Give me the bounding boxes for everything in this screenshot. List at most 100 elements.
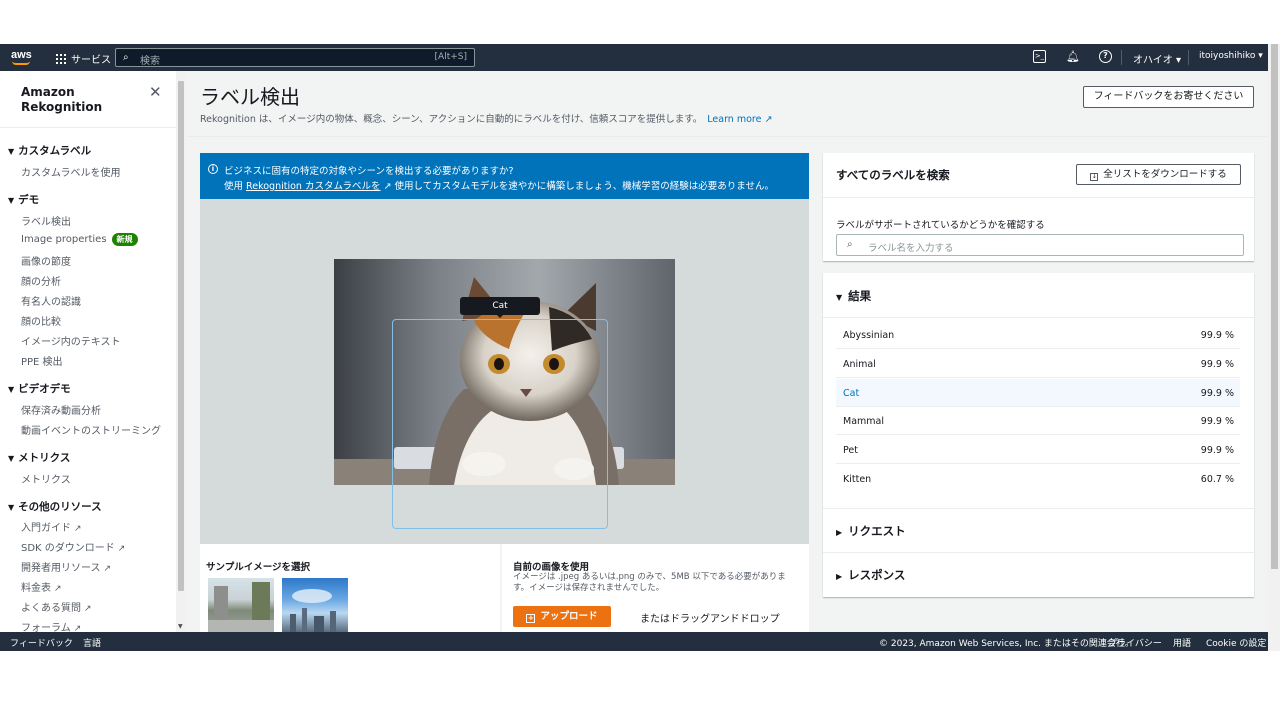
sample-thumbnail-street[interactable] <box>208 578 274 632</box>
caret-down-icon: ▼ <box>836 293 843 302</box>
region-selector[interactable]: オハイオ ▾ <box>1133 51 1181 66</box>
label-score: 99.9 % <box>1200 445 1234 456</box>
footer-feedback-link[interactable]: フィードバック <box>10 636 73 649</box>
sidebar-item-dev-resources[interactable]: 開発者用リソース ↗ <box>21 559 111 574</box>
external-link-icon: ↗ <box>73 624 82 632</box>
caret-right-icon: ▶ <box>836 528 843 537</box>
label-name: Cat <box>843 388 860 399</box>
cloudshell-icon[interactable]: >_ <box>1033 50 1046 63</box>
caret-down-icon: ▼ <box>8 454 15 463</box>
sidebar-item-faq[interactable]: よくある質問 ↗ <box>21 599 92 614</box>
sidenav-scrollbar[interactable]: ▼ <box>176 71 186 632</box>
close-icon[interactable]: ✕ <box>149 83 162 101</box>
card-divider <box>823 508 1254 509</box>
console-app: aws サービス ⌕ 検索 [Alt+S] >_ 🔔︎ ? オハイオ ▾ ito… <box>0 44 1268 651</box>
search-icon: ⌕ <box>123 52 129 63</box>
info-banner: i ビジネスに固有の特定の対象やシーンを検出する必要がありますか? 使用 Rek… <box>200 153 809 199</box>
page-title: ラベル検出 <box>200 85 300 109</box>
sidebar-item-custom-labels[interactable]: カスタムラベルを使用 <box>21 164 121 179</box>
download-list-button[interactable]: ↓ 全リストをダウンロードする <box>1076 164 1241 185</box>
label-search-title: すべてのラベルを検索 <box>836 168 950 182</box>
download-icon: ↓ <box>1090 173 1099 181</box>
section-metrics[interactable]: ▼ メトリクス <box>8 450 70 465</box>
scroll-down-icon[interactable]: ▼ <box>178 623 183 630</box>
new-badge: 新規 <box>111 233 138 246</box>
table-row[interactable]: Kitten 60.7 % <box>836 465 1240 493</box>
footer: フィードバック 言語 © 2023, Amazon Web Services, … <box>0 632 1268 651</box>
caret-down-icon: ▼ <box>8 147 15 156</box>
label-name: Kitten <box>843 474 872 485</box>
services-menu[interactable]: サービス <box>56 51 111 66</box>
sidebar-item-streaming[interactable]: 動画イベントのストリーミング <box>21 422 161 437</box>
table-row[interactable]: Pet 99.9 % <box>836 436 1240 464</box>
sidebar-item-stored-video[interactable]: 保存済み動画分析 <box>21 402 101 417</box>
search-shortcut: [Alt+S] <box>434 52 467 62</box>
bell-icon[interactable]: 🔔︎ <box>1066 50 1080 63</box>
banner-line-1: ビジネスに固有の特定の対象やシーンを検出する必要がありますか? <box>224 166 514 177</box>
detection-bounding-box[interactable] <box>392 319 608 529</box>
footer-cookie-link[interactable]: Cookie の設定 <box>1206 636 1266 649</box>
nav-divider <box>1121 50 1122 65</box>
label-search-field-label: ラベルがサポートされているかどうかを確認する <box>836 220 1045 231</box>
info-icon: i <box>208 164 218 174</box>
sidebar-item-pricing[interactable]: 料金表 ↗ <box>21 579 62 594</box>
custom-labels-link[interactable]: Rekognition カスタムラベルを <box>246 181 380 192</box>
section-video-demo[interactable]: ▼ ビデオデモ <box>8 381 71 396</box>
sidebar-item-ppe[interactable]: PPE 検出 <box>21 353 63 368</box>
search-icon: ⌕ <box>847 239 853 250</box>
response-header[interactable]: ▶ レスポンス <box>836 567 905 583</box>
caret-right-icon: ▶ <box>836 572 843 581</box>
own-image-title: 自前の画像を使用 <box>513 562 590 573</box>
results-header[interactable]: ▼ 結果 <box>836 288 871 304</box>
image-preview-area: Cat <box>200 199 809 544</box>
label-search-input[interactable]: ⌕ ラベル名を入力する <box>836 234 1244 256</box>
section-resources[interactable]: ▼ その他のリソース <box>8 499 102 514</box>
label-name: Pet <box>843 445 858 456</box>
sidebar-item-getting-started[interactable]: 入門ガイド ↗ <box>21 519 82 534</box>
section-demo[interactable]: ▼ デモ <box>8 192 39 207</box>
sample-thumbnail-city[interactable] <box>282 578 348 632</box>
label-score: 99.9 % <box>1200 416 1234 427</box>
service-title[interactable]: Amazon Rekognition <box>21 85 131 115</box>
sidebar-item-image-properties[interactable]: Image properties 新規 <box>21 233 138 246</box>
sidebar-item-sdk[interactable]: SDK のダウンロード ↗ <box>21 539 125 554</box>
page-scrollbar[interactable] <box>1268 44 1280 651</box>
label-name: Abyssinian <box>843 330 895 341</box>
sidebar-item-metrics[interactable]: メトリクス <box>21 471 71 486</box>
sidebar-item-celebrity[interactable]: 有名人の認識 <box>21 293 81 308</box>
help-icon[interactable]: ? <box>1099 50 1112 63</box>
account-menu[interactable]: itoiyoshihiko ▾ <box>1199 51 1263 61</box>
footer-terms-link[interactable]: 用語 <box>1173 636 1191 649</box>
grid-icon <box>56 53 66 64</box>
footer-privacy-link[interactable]: プライバシー <box>1108 636 1162 649</box>
learn-more-link[interactable]: Learn more ↗ <box>707 114 772 125</box>
sidebar-item-face-analysis[interactable]: 顔の分析 <box>21 273 61 288</box>
sidebar-item-face-compare[interactable]: 顔の比較 <box>21 313 61 328</box>
search-input[interactable]: ⌕ 検索 [Alt+S] <box>115 48 475 67</box>
section-custom-labels[interactable]: ▼ カスタムラベル <box>8 143 91 158</box>
sidebar-item-text-in-image[interactable]: イメージ内のテキスト <box>21 333 121 348</box>
external-link-icon: ↗ <box>74 524 82 534</box>
table-row[interactable]: Mammal 99.9 % <box>836 407 1240 435</box>
sample-images-panel: サンプルイメージを選択 <box>200 544 500 632</box>
results-card: ▼ 結果 Abyssinian 99.9 % Animal 99.9 % Cat 99.… <box>823 273 1254 597</box>
drag-drop-text: またはドラッグアンドドロップ <box>640 614 780 625</box>
feedback-button[interactable]: フィードバックをお寄せください <box>1083 86 1254 108</box>
own-image-description: イメージは .jpeg あるいは.png のみで、5MB 以下である必要がありま… <box>513 572 786 593</box>
upload-button[interactable]: + アップロード <box>513 606 611 627</box>
card-divider <box>823 197 1254 198</box>
footer-copyright: © 2023, Amazon Web Services, Inc. またはその関… <box>879 639 1134 649</box>
request-header[interactable]: ▶ リクエスト <box>836 523 906 539</box>
label-score: 60.7 % <box>1200 474 1234 485</box>
table-row[interactable]: Abyssinian 99.9 % <box>836 321 1240 349</box>
sidebar-item-moderation[interactable]: 画像の節度 <box>21 253 71 268</box>
top-navigation: aws サービス ⌕ 検索 [Alt+S] >_ 🔔︎ ? オハイオ ▾ ito… <box>0 44 1268 71</box>
footer-language-link[interactable]: 言語 <box>83 636 101 649</box>
table-row-selected[interactable]: Cat 99.9 % <box>836 379 1240 407</box>
table-row[interactable]: Animal 99.9 % <box>836 350 1240 378</box>
sidebar-item-label-detection[interactable]: ラベル検出 <box>21 213 71 228</box>
aws-logo[interactable]: aws <box>11 49 32 65</box>
label-score: 99.9 % <box>1200 359 1234 370</box>
sidebar-item-forum[interactable]: フォーラム ↗ <box>21 619 81 632</box>
external-link-icon: ↗ <box>54 584 62 594</box>
